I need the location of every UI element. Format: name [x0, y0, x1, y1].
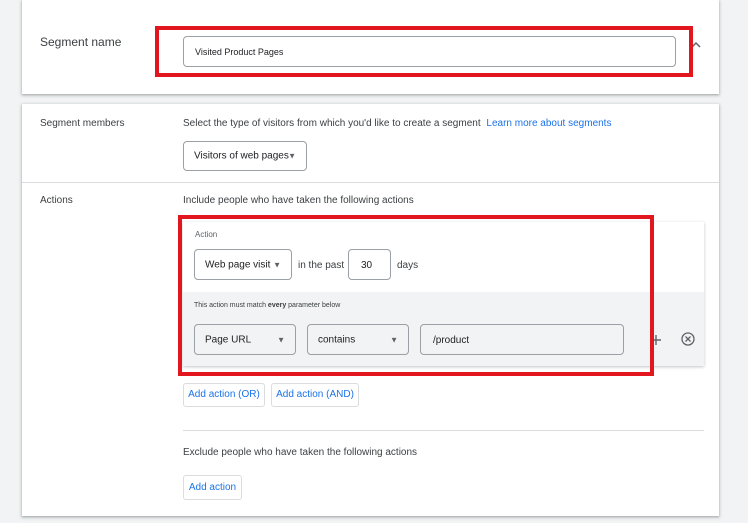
- days-input[interactable]: 30: [348, 249, 391, 280]
- dropdown-caret-icon: ▼: [277, 335, 285, 344]
- operator-value: contains: [318, 334, 356, 345]
- action-type-dropdown[interactable]: Web page visit ▼: [194, 249, 292, 280]
- parameter-note-bold: every: [267, 302, 287, 309]
- exclude-divider: [183, 430, 704, 431]
- add-action-label: Add action: [188, 482, 237, 493]
- action-caption: Action: [195, 230, 218, 239]
- learn-more-link[interactable]: Learn more about segments: [486, 118, 611, 129]
- operator-dropdown[interactable]: contains ▼: [307, 324, 409, 355]
- segment-name-input[interactable]: Visited Product Pages: [183, 36, 676, 67]
- parameter-note: This action must match every parameter b…: [194, 302, 340, 309]
- add-action-and-button[interactable]: Add action (AND): [271, 383, 359, 407]
- segment-name-value: Visited Product Pages: [195, 47, 284, 57]
- segment-members-dropdown[interactable]: Visitors of web pages ▼: [183, 141, 307, 171]
- add-action-or-button[interactable]: Add action (OR): [183, 383, 265, 407]
- exclude-actions-text: Exclude people who have taken the follow…: [183, 447, 418, 458]
- parameter-note-prefix: This action must match: [194, 302, 268, 309]
- section-divider: [22, 182, 719, 183]
- in-the-past-text: in the past: [298, 260, 345, 271]
- match-value: /product: [433, 335, 470, 346]
- segment-members-label: Segment members: [40, 118, 125, 129]
- chevron-up-icon[interactable]: [690, 36, 702, 48]
- days-value: 30: [361, 260, 373, 271]
- dropdown-caret-icon: ▼: [288, 151, 296, 161]
- parameter-note-suffix: parameter below: [286, 302, 341, 309]
- match-value-input[interactable]: /product: [420, 324, 624, 355]
- segment-members-dropdown-value: Visitors of web pages: [194, 150, 289, 162]
- remove-circle-icon[interactable]: [681, 332, 695, 346]
- action-type-value: Web page visit: [205, 259, 271, 270]
- include-actions-text: Include people who have taken the follow…: [183, 195, 414, 206]
- parameter-field-dropdown[interactable]: Page URL ▼: [194, 324, 296, 355]
- plus-icon[interactable]: [650, 333, 662, 345]
- segment-name-label: Segment name: [40, 35, 122, 49]
- segment-members-description-text: Select the type of visitors from which y…: [183, 118, 481, 129]
- add-action-button[interactable]: Add action: [183, 475, 242, 500]
- add-action-or-label: Add action (OR): [188, 389, 260, 400]
- days-text: days: [397, 260, 419, 271]
- add-action-and-label: Add action (AND): [276, 389, 354, 400]
- parameter-field-value: Page URL: [205, 334, 252, 345]
- segment-members-description: Select the type of visitors from which y…: [183, 118, 611, 129]
- dropdown-caret-icon: ▼: [273, 260, 281, 269]
- actions-label: Actions: [40, 195, 73, 206]
- dropdown-caret-icon: ▼: [390, 335, 398, 344]
